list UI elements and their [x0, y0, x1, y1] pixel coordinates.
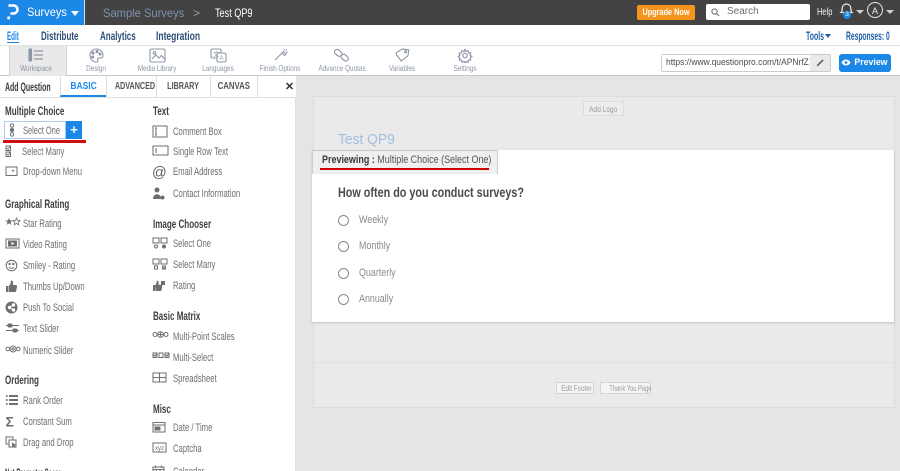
svg-text:Σ: Σ — [6, 415, 14, 428]
svg-text:@: @ — [152, 165, 167, 179]
svg-text:xyz: xyz — [155, 446, 164, 452]
svg-text:A: A — [219, 56, 223, 62]
